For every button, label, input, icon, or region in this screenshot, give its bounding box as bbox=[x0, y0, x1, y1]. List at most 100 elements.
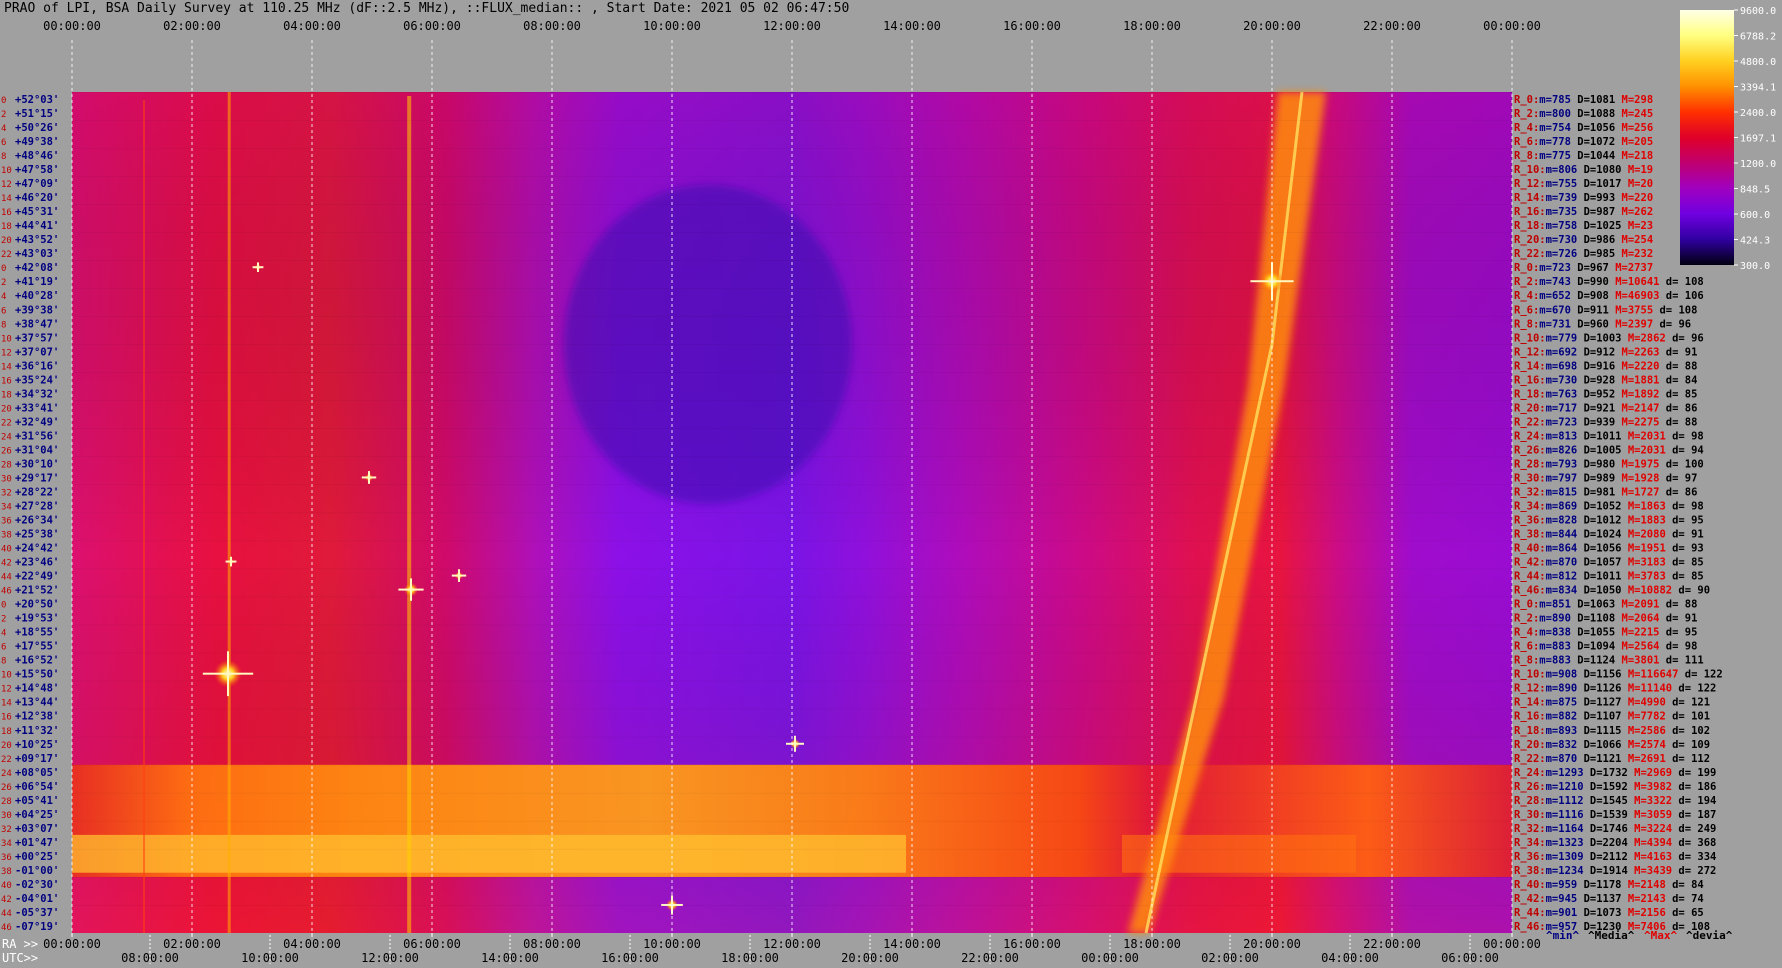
row-number-label: 14 bbox=[1, 699, 12, 709]
utc-tick-label: 02:00:00 bbox=[1201, 951, 1259, 965]
declination-label: +43°03' bbox=[15, 248, 59, 260]
top-axis-tick-label: 00:00:00 bbox=[1483, 19, 1541, 33]
row-stats: R_10:m=908 D=1156 M=116647 d= 122 bbox=[1514, 669, 1723, 681]
row-number-label: 36 bbox=[1, 517, 12, 527]
colorbar-tick-label: 9600.0 bbox=[1740, 6, 1776, 17]
row-stats: R_32:m=815 D=981 M=1727 d= 86 bbox=[1514, 486, 1697, 498]
utc-tick-label: 14:00:00 bbox=[481, 951, 539, 965]
source-track bbox=[407, 96, 412, 933]
row-number-label: 14 bbox=[1, 194, 12, 204]
row-stats: R_20:m=832 D=1066 M=2574 d= 109 bbox=[1514, 739, 1710, 751]
row-stripe bbox=[72, 876, 1512, 878]
ra-axis-label: RA >> bbox=[2, 937, 38, 951]
row-stats: R_10:m=779 D=1003 M=2862 d= 96 bbox=[1514, 332, 1704, 344]
row-stats: R_30:m=797 D=989 M=1928 d= 97 bbox=[1514, 472, 1697, 484]
utc-tick-label: 18:00:00 bbox=[721, 951, 779, 965]
heatmap-chart: 00:00:00 02:00:00 04:00:00 06:00:00 08:00:00… bbox=[1, 6, 1776, 965]
row-number-label: 36 bbox=[1, 853, 12, 863]
row-stats: R_20:m=730 D=986 M=254 bbox=[1514, 234, 1653, 246]
declination-label: +48°46' bbox=[15, 150, 59, 162]
declination-label: +04°25' bbox=[15, 809, 59, 821]
declination-label: +01°47' bbox=[15, 837, 59, 849]
row-number-label: 38 bbox=[1, 531, 12, 541]
declination-label: -02°30' bbox=[15, 879, 59, 891]
row-stats: R_12:m=890 D=1126 M=11140 d= 122 bbox=[1514, 683, 1716, 695]
row-stats: R_26:m=1210 D=1592 M=3982 d= 186 bbox=[1514, 781, 1716, 793]
row-stripe bbox=[72, 680, 1512, 682]
row-stats: R_28:m=793 D=980 M=1975 d= 100 bbox=[1514, 458, 1704, 470]
row-stats: R_16:m=882 D=1107 M=7782 d= 101 bbox=[1514, 711, 1710, 723]
row-number-label: 12 bbox=[1, 348, 12, 358]
declination-label: +00°25' bbox=[15, 851, 59, 863]
row-number-label: 34 bbox=[1, 839, 12, 849]
row-number-label: 4 bbox=[1, 629, 6, 639]
declination-label: +24°42' bbox=[15, 543, 59, 555]
declination-label: +06°54' bbox=[15, 781, 59, 793]
declination-label: +20°50' bbox=[15, 599, 59, 611]
row-number-label: 28 bbox=[1, 797, 12, 807]
row-stats: R_22:m=726 D=985 M=232 bbox=[1514, 248, 1653, 260]
row-number-label: 0 bbox=[1, 601, 6, 611]
declination-label: +12°38' bbox=[15, 711, 59, 723]
row-number-label: 4 bbox=[1, 292, 6, 302]
declination-label: +51°15' bbox=[15, 108, 59, 120]
top-axis-tick-label: 12:00:00 bbox=[763, 19, 821, 33]
declination-label: +27°28' bbox=[15, 500, 59, 512]
row-number-label: 44 bbox=[1, 573, 12, 583]
row-number-label: 12 bbox=[1, 180, 12, 190]
colorbar-tick-label: 1697.1 bbox=[1740, 134, 1776, 145]
legend-footer-item: ^Media^ bbox=[1588, 929, 1635, 942]
declination-label: +29°17' bbox=[15, 472, 59, 484]
row-stats: R_36:m=1309 D=2112 M=4163 d= 334 bbox=[1514, 851, 1716, 863]
row-stats: R_14:m=739 D=993 M=220 bbox=[1514, 192, 1653, 204]
ra-tick-label: 22:00:00 bbox=[1363, 937, 1421, 951]
top-axis-tick-label: 18:00:00 bbox=[1123, 19, 1181, 33]
row-stripe bbox=[72, 848, 1512, 850]
row-stats: R_34:m=1323 D=2204 M=4394 d= 368 bbox=[1514, 837, 1716, 849]
row-stats: R_44:m=901 D=1073 M=2156 d= 65 bbox=[1514, 907, 1704, 919]
ra-tick-label: 00:00:00 bbox=[1483, 937, 1541, 951]
point-source-streak bbox=[257, 262, 259, 273]
heatmap-body bbox=[72, 91, 1512, 934]
ra-tick-label: 08:00:00 bbox=[523, 937, 581, 951]
declination-label: +47°09' bbox=[15, 178, 59, 190]
row-number-label: 10 bbox=[1, 671, 12, 681]
declination-label: +05°41' bbox=[15, 795, 59, 807]
row-number-label: 40 bbox=[1, 881, 12, 891]
row-stats: R_2:m=743 D=990 M=10641 d= 108 bbox=[1514, 276, 1704, 288]
row-number-label: 20 bbox=[1, 236, 12, 246]
declination-label: +44°41' bbox=[15, 220, 59, 232]
row-number-label: 16 bbox=[1, 376, 12, 386]
declination-label: -01°00' bbox=[15, 865, 59, 877]
declination-label: +32°49' bbox=[15, 416, 59, 428]
declination-label: -05°37' bbox=[15, 907, 59, 919]
row-stripe bbox=[72, 176, 1512, 177]
point-source-streak bbox=[230, 556, 232, 567]
ra-tick-label: 16:00:00 bbox=[1003, 937, 1061, 951]
row-number-label: 20 bbox=[1, 404, 12, 414]
colorbar-tick-label: 424.3 bbox=[1740, 236, 1770, 247]
row-stats: R_16:m=735 D=987 M=262 bbox=[1514, 206, 1653, 218]
row-number-label: 40 bbox=[1, 545, 12, 555]
colorbar-tick-label: 6788.2 bbox=[1740, 32, 1776, 43]
row-stripe bbox=[72, 344, 1512, 345]
row-stripe bbox=[72, 764, 1512, 766]
colorbar-tick-label: 848.5 bbox=[1740, 185, 1770, 196]
row-stats: R_14:m=875 D=1127 M=4990 d= 121 bbox=[1514, 697, 1710, 709]
row-number-label: 38 bbox=[1, 867, 12, 877]
ra-tick-label: 18:00:00 bbox=[1123, 937, 1181, 951]
row-stats: R_16:m=730 D=928 M=1881 d= 84 bbox=[1514, 374, 1697, 386]
utc-tick-label: 12:00:00 bbox=[361, 951, 419, 965]
declination-label: +08°05' bbox=[15, 767, 59, 779]
row-stats: R_24:m=813 D=1011 M=2031 d= 98 bbox=[1514, 430, 1704, 442]
declination-label: +33°41' bbox=[15, 402, 59, 414]
row-number-label: 2 bbox=[1, 615, 6, 625]
colorbar-tick-label: 1200.0 bbox=[1740, 159, 1776, 170]
row-stats: R_0:m=723 D=967 M=2737 bbox=[1514, 262, 1653, 274]
row-number-label: 8 bbox=[1, 320, 6, 330]
declination-label: +39°38' bbox=[15, 304, 59, 316]
row-number-label: 32 bbox=[1, 488, 12, 498]
declination-label: +25°38' bbox=[15, 529, 59, 541]
top-axis-tick-label: 00:00:00 bbox=[43, 19, 101, 33]
row-stripe bbox=[72, 512, 1512, 514]
